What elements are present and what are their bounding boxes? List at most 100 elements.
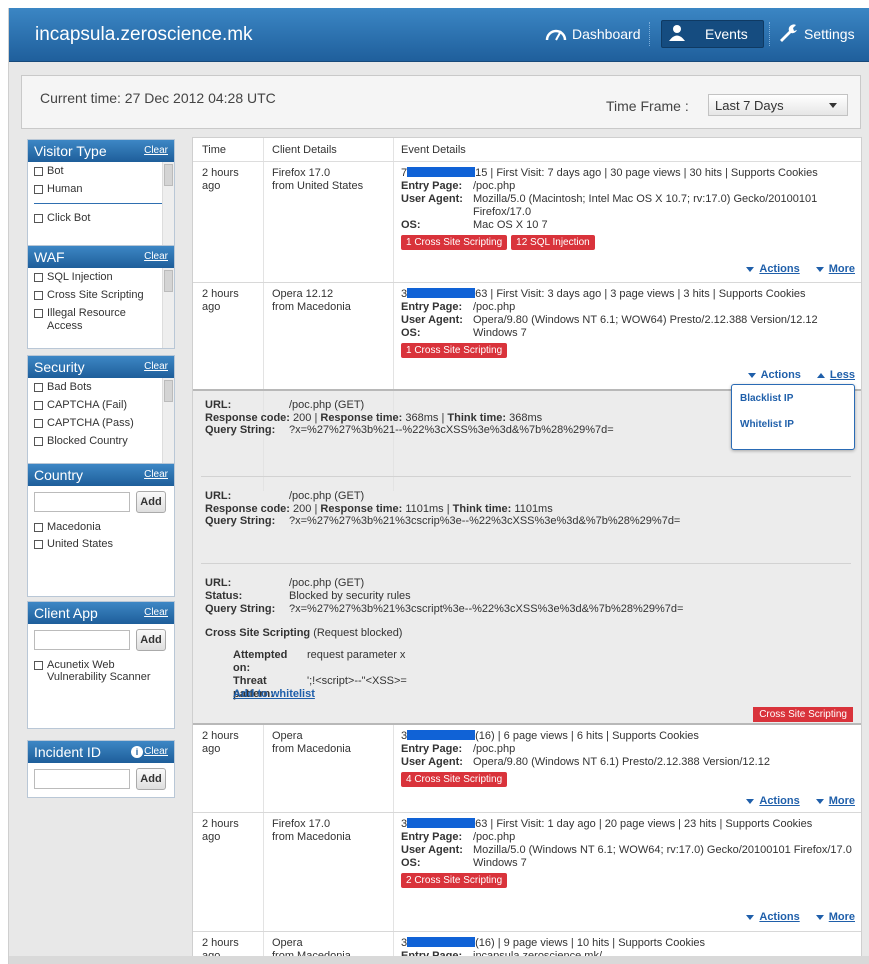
chevron-down-icon [815, 914, 824, 920]
time-frame-select[interactable]: Last 7 Days [708, 94, 848, 116]
threat-tag[interactable]: 12 SQL Injection [511, 235, 595, 250]
filter-option-captcha-pass[interactable]: CAPTCHA (Pass) [28, 414, 174, 432]
checkbox[interactable] [34, 661, 43, 670]
incident-id-input[interactable] [34, 769, 130, 789]
filter-title: Security [34, 359, 85, 375]
table-row[interactable]: 2 hours ago Opera 12.12 from Macedonia 3… [193, 283, 861, 389]
country-input[interactable] [34, 492, 130, 512]
column-divider [393, 162, 394, 282]
horizontal-scrollbar[interactable] [9, 956, 869, 964]
nav-events[interactable]: Events [661, 20, 764, 48]
checkbox[interactable] [34, 291, 43, 300]
filter-option-human[interactable]: Human [28, 180, 174, 198]
filter-option-click-bot[interactable]: Click Bot [28, 209, 174, 227]
filter-header: Security Clear [28, 356, 174, 378]
client-origin: from Macedonia [272, 831, 351, 843]
add-client-app-button[interactable]: Add [136, 629, 166, 651]
add-incident-button[interactable]: Add [136, 768, 166, 790]
column-divider [263, 162, 264, 282]
checkbox[interactable] [34, 167, 43, 176]
filter-option-acunetix[interactable]: Acunetix Web Vulnerability Scanner [28, 656, 174, 685]
client-app-add-row: Add [28, 624, 174, 656]
filter-visitor-type: Visitor Type Clear Bot Human Click Bot [27, 139, 175, 253]
clear-link[interactable]: Clear [144, 361, 168, 372]
threat-tags: 1 Cross Site Scripting [401, 340, 856, 358]
table-row[interactable]: 2 hours ago Firefox 17.0 from United Sta… [193, 162, 861, 283]
filter-option-united-states[interactable]: United States [28, 535, 174, 552]
filter-title: Incident ID [34, 744, 101, 760]
checkbox[interactable] [34, 523, 43, 532]
more-link[interactable]: More [815, 911, 855, 923]
clear-link[interactable]: Clear [144, 607, 168, 618]
threat-tags: 4 Cross Site Scripting [401, 769, 856, 787]
actions-link[interactable]: Actions [746, 795, 800, 807]
threat-tag[interactable]: Cross Site Scripting [753, 707, 853, 722]
threat-tag[interactable]: 2 Cross Site Scripting [401, 873, 508, 888]
more-link[interactable]: More [815, 263, 855, 275]
less-link[interactable]: Less [816, 369, 855, 381]
top-header: incapsula.zeroscience.mk Dashboard Event… [9, 8, 869, 62]
filter-option-sql-injection[interactable]: SQL Injection [28, 268, 174, 286]
nav-settings[interactable]: Settings [777, 20, 855, 48]
clear-link[interactable]: Clear [144, 251, 168, 262]
time-bar: Current time: 27 Dec 2012 04:28 UTC Time… [21, 75, 861, 129]
filter-option-captcha-fail[interactable]: CAPTCHA (Fail) [28, 396, 174, 414]
clear-link[interactable]: Clear [144, 469, 168, 480]
event-details: 3 63 | First Visit: 1 day ago | 20 page v… [401, 818, 856, 888]
client-browser: Opera [272, 937, 303, 949]
checkbox[interactable] [34, 273, 43, 282]
threat-tag[interactable]: 1 Cross Site Scripting [401, 235, 508, 250]
blacklist-ip-option[interactable]: Blacklist IP [740, 393, 793, 404]
entry-page: Entry Page:/poc.php [401, 831, 516, 843]
threat-tag[interactable]: 4 Cross Site Scripting [401, 772, 508, 787]
checkbox[interactable] [34, 214, 43, 223]
scrollbar-thumb[interactable] [164, 380, 173, 402]
filter-header: Incident ID i Clear [28, 741, 174, 763]
nav-dashboard[interactable]: Dashboard [539, 20, 647, 48]
scrollbar-thumb[interactable] [164, 164, 173, 186]
checkbox[interactable] [34, 185, 43, 194]
actions-link[interactable]: Actions [746, 911, 800, 923]
filter-option-blocked-country[interactable]: Blocked Country [28, 432, 174, 450]
table-row[interactable]: 2 hours ago Firefox 17.0 from Macedonia … [193, 813, 861, 932]
checkbox[interactable] [34, 383, 43, 392]
event-time: 2 hours ago [202, 288, 239, 313]
table-row[interactable]: 2 hours ago Opera from Macedonia 3(16) |… [193, 725, 861, 813]
column-divider [393, 283, 394, 389]
client-origin: from Macedonia [272, 301, 351, 313]
filter-country: Country Clear Add Macedonia United State… [27, 463, 175, 597]
request-entry: URL:/poc.php (GET) Status: Blocked by sec… [205, 577, 845, 616]
threat-tag[interactable]: 1 Cross Site Scripting [401, 343, 508, 358]
whitelist-ip-option[interactable]: Whitelist IP [740, 419, 794, 430]
chevron-down-icon [815, 266, 824, 272]
nav-events-label: Events [705, 26, 748, 42]
chevron-up-icon [816, 372, 825, 378]
scrollbar[interactable] [162, 162, 174, 252]
checkbox[interactable] [34, 419, 43, 428]
filter-option-illegal-resource[interactable]: Illegal Resource Access [28, 304, 174, 335]
threat-tags: 2 Cross Site Scripting [401, 870, 856, 888]
filter-option-xss[interactable]: Cross Site Scripting [28, 286, 174, 304]
scrollbar[interactable] [162, 268, 174, 348]
user-agent: User Agent: Opera/9.80 (Windows NT 6.1) P… [401, 756, 770, 768]
filter-option-bot[interactable]: Bot [28, 162, 174, 180]
more-link[interactable]: More [815, 795, 855, 807]
actions-link[interactable]: Actions [747, 369, 801, 381]
actions-link[interactable]: Actions [746, 263, 800, 275]
clear-link[interactable]: Clear [144, 145, 168, 156]
scrollbar[interactable] [162, 378, 174, 464]
info-icon[interactable]: i [131, 746, 143, 758]
add-country-button[interactable]: Add [136, 491, 166, 513]
redacted-ip [407, 730, 476, 740]
filter-option-macedonia[interactable]: Macedonia [28, 518, 174, 535]
clear-link[interactable]: Clear [144, 746, 168, 757]
filter-option-bad-bots[interactable]: Bad Bots [28, 378, 174, 396]
add-to-whitelist-link[interactable]: Add to whitelist [233, 688, 315, 700]
checkbox[interactable] [34, 437, 43, 446]
checkbox[interactable] [34, 309, 43, 318]
scrollbar-thumb[interactable] [164, 270, 173, 292]
checkbox[interactable] [34, 540, 43, 549]
client-browser: Opera 12.12 [272, 288, 334, 300]
client-app-input[interactable] [34, 630, 130, 650]
checkbox[interactable] [34, 401, 43, 410]
